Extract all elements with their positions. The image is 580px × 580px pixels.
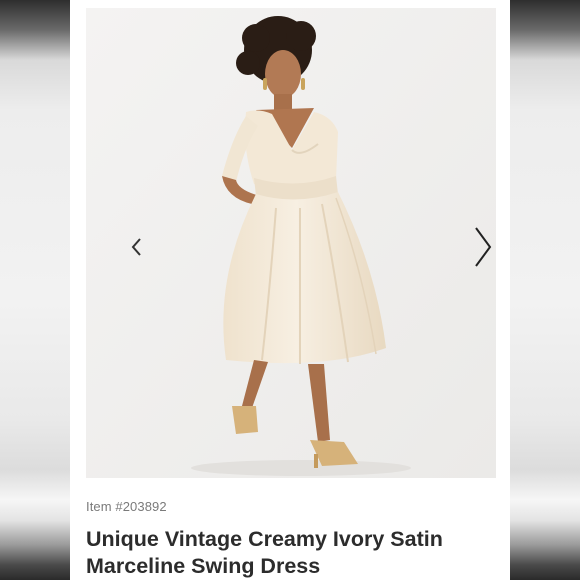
product-title: Unique Vintage Creamy Ivory Satin Marcel… (86, 526, 496, 580)
blurred-background-right (510, 0, 580, 580)
chevron-right-icon (475, 227, 492, 267)
previous-photo-button[interactable] (116, 222, 156, 272)
chevron-left-icon (131, 238, 141, 256)
next-photo-button[interactable] (464, 222, 496, 272)
blurred-background-left (0, 0, 70, 580)
product-title-line1: Unique Vintage Creamy Ivory Satin (86, 527, 443, 551)
product-page: Item #203892 Unique Vintage Creamy Ivory… (70, 0, 510, 580)
screenshot-frame: Item #203892 Unique Vintage Creamy Ivory… (0, 0, 580, 580)
item-number: Item #203892 (86, 499, 167, 514)
product-title-line2: Marceline Swing Dress (86, 554, 321, 578)
product-photo[interactable] (86, 8, 496, 478)
